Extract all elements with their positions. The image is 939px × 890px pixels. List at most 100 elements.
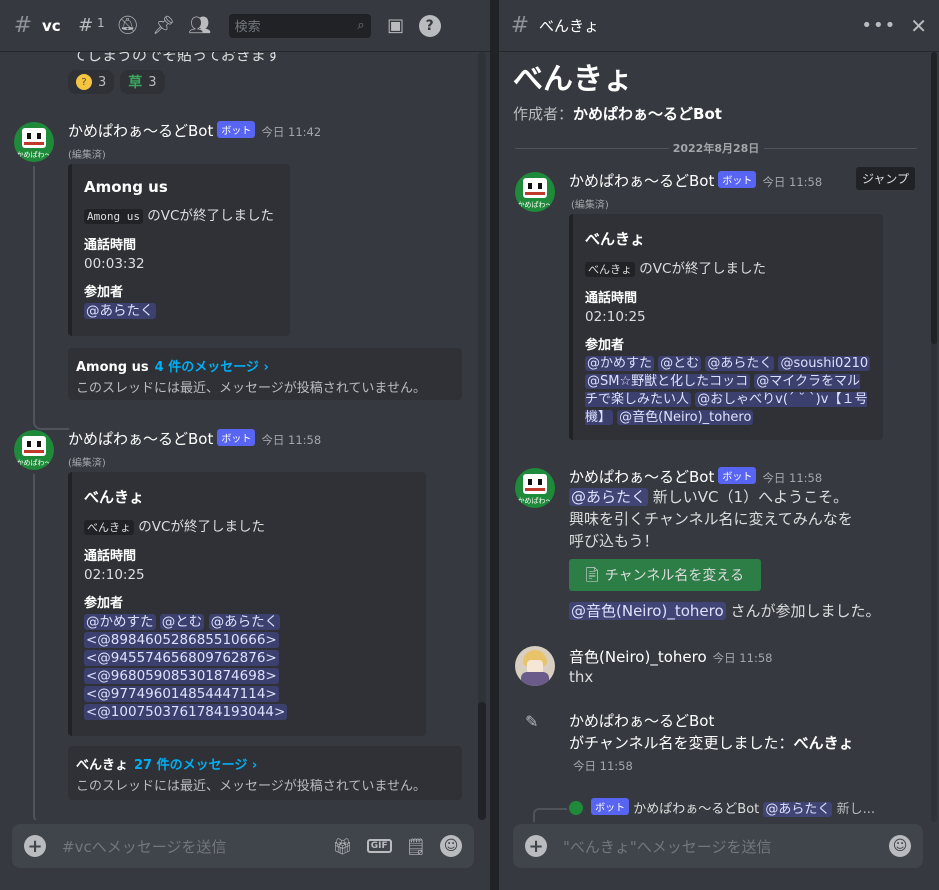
bot-badge: ボット bbox=[217, 121, 256, 138]
add-attachment-icon[interactable]: + bbox=[525, 835, 547, 857]
user-avatar[interactable] bbox=[515, 646, 555, 686]
user-mention[interactable]: @とむ bbox=[658, 356, 702, 371]
thread-big-title: べんきょ bbox=[513, 62, 633, 97]
user-mention[interactable]: <@898460528685510666> bbox=[84, 632, 279, 648]
field-name: 通話時間 bbox=[84, 549, 137, 564]
user-mention[interactable]: @音色(Neiro)_tohero bbox=[617, 410, 754, 425]
reply-preview[interactable]: ボット かめぱわぁ～るどBot @あらたく 新し... bbox=[569, 798, 875, 817]
gif-icon[interactable]: GIF bbox=[366, 839, 392, 853]
scrollbar[interactable] bbox=[478, 52, 486, 820]
thread-message-composer[interactable]: + "べんきょ"へメッセージを送信 ☺ bbox=[513, 824, 923, 868]
reaction-thinking[interactable]: ? 3 bbox=[68, 70, 115, 94]
user-mention[interactable]: @SM☆野獣と化したコッコ bbox=[585, 374, 751, 389]
bot-avatar[interactable]: かめぱわ〜 bbox=[515, 468, 555, 508]
members-icon[interactable]: 👥︎ bbox=[187, 14, 213, 38]
user-mention[interactable]: @音色(Neiro)_tohero bbox=[569, 602, 726, 620]
add-attachment-icon[interactable]: + bbox=[24, 835, 46, 857]
message-text: てしまうのでそ貼っておきます bbox=[72, 52, 281, 64]
search-placeholder: 検索 bbox=[234, 20, 261, 35]
user-mention[interactable]: @あらたく bbox=[705, 356, 775, 371]
vc-embed: べんきょ べんきょ のVCが終了しました 通話時間 02:10:25 参加者 @… bbox=[569, 214, 883, 440]
thread-name: べんきょ bbox=[76, 758, 129, 773]
bot-avatar[interactable]: かめぱわ〜 bbox=[14, 122, 54, 162]
user-mention[interactable]: @あらたく bbox=[569, 488, 649, 506]
thread-header: # べんきょ ••• ✕ bbox=[499, 0, 939, 52]
pane-divider[interactable] bbox=[490, 0, 499, 890]
scrollbar-thumb[interactable] bbox=[931, 52, 937, 344]
avatar-text: かめぱわ〜 bbox=[517, 497, 553, 505]
message-input-placeholder[interactable]: #vcへメッセージを送信 bbox=[62, 836, 318, 857]
username[interactable]: かめぱわぁ～るどBot bbox=[569, 172, 714, 190]
thread-preview[interactable]: べんきょ 27 件のメッセージ › このスレッドには最近、メッセージが投稿されてい… bbox=[68, 746, 462, 800]
emoji-icon[interactable]: ☺ bbox=[889, 835, 911, 857]
threads-icon[interactable]: #1 bbox=[73, 14, 105, 38]
user-mention[interactable]: @あらたく bbox=[208, 614, 281, 630]
search-input[interactable]: 検索 ⌕ bbox=[228, 13, 371, 38]
join-message: @音色(Neiro)_tohero さんが参加しました。 bbox=[569, 600, 880, 622]
embed-title: べんきょ bbox=[585, 230, 646, 248]
mute-bell-icon[interactable]: 🔕︎ bbox=[115, 14, 141, 38]
more-options-icon[interactable]: ••• bbox=[861, 15, 896, 36]
user-mention[interactable]: @あらたく bbox=[763, 802, 833, 817]
channel-name: vc bbox=[42, 16, 61, 35]
help-icon[interactable]: ? bbox=[418, 14, 441, 37]
username[interactable]: かめぱわぁ～るどBot bbox=[68, 122, 213, 140]
desc-text: のVCが終了しました bbox=[138, 519, 265, 535]
thread-connector bbox=[33, 166, 69, 430]
user-mention[interactable]: <@945574656809762876> bbox=[84, 650, 279, 666]
bot-avatar[interactable]: かめぱわ〜 bbox=[14, 430, 54, 470]
user-mention[interactable]: <@977496014854447114> bbox=[84, 686, 279, 702]
scrollbar-thumb[interactable] bbox=[478, 702, 486, 820]
creator-name[interactable]: かめぱわぁ～るどBot bbox=[573, 105, 722, 123]
username[interactable]: かめぱわぁ～るどBot bbox=[569, 468, 714, 486]
reaction-kusa[interactable]: 草 3 bbox=[120, 70, 165, 94]
embed-title: Among us bbox=[84, 178, 168, 196]
timestamp: 今日 11:58 bbox=[573, 759, 633, 773]
message-input-placeholder[interactable]: "べんきょ"へメッセージを送信 bbox=[563, 836, 875, 857]
user-mention[interactable]: @かめすた bbox=[84, 614, 156, 630]
user-mention[interactable]: <@1007503761784193044> bbox=[84, 704, 288, 720]
inbox-icon[interactable]: ▣ bbox=[383, 14, 409, 38]
close-icon[interactable]: ✕ bbox=[910, 14, 927, 38]
bot-badge: ボット bbox=[591, 798, 630, 815]
thread-preview[interactable]: Among us 4 件のメッセージ › このスレッドには最近、メッセージが投稿さ… bbox=[68, 348, 462, 400]
system-message-user[interactable]: かめぱわぁ～るどBot bbox=[569, 710, 714, 732]
timestamp: 今日 11:58 bbox=[261, 433, 322, 447]
user-mention[interactable]: @とむ bbox=[159, 614, 205, 630]
channel-header: # vc #1 🔕︎ 📌︎ 👥︎ 検索 ⌕ ▣ ? bbox=[0, 0, 490, 52]
user-mention[interactable]: @soushi0210 bbox=[778, 356, 871, 371]
date-label: 2022年8月28日 bbox=[668, 140, 764, 156]
field-name: 通話時間 bbox=[84, 238, 137, 253]
user-mention[interactable]: @かめすた bbox=[585, 356, 655, 371]
vc-embed: べんきょ べんきょ のVCが終了しました 通話時間 02:10:25 参加者 @… bbox=[68, 472, 426, 736]
reactions: ? 3 草 3 bbox=[68, 70, 165, 94]
sticker-icon[interactable]: 🗒︎ bbox=[406, 837, 426, 856]
pin-icon[interactable]: 📌︎ bbox=[151, 14, 177, 38]
reaction-count: 3 bbox=[148, 74, 157, 90]
field-value: 02:10:25 bbox=[585, 309, 646, 325]
username[interactable]: かめぱわぁ～るどBot bbox=[68, 430, 213, 448]
embed-description: べんきょ のVCが終了しました bbox=[84, 515, 414, 535]
username[interactable]: 音色(Neiro)_tohero bbox=[569, 648, 707, 666]
edited-label: (編集済) bbox=[68, 458, 106, 469]
user-mention[interactable]: @あらたく bbox=[84, 303, 156, 319]
reply-username: かめぱわぁ～るどBot bbox=[633, 802, 760, 817]
message-composer[interactable]: + #vcへメッセージを送信 🎁︎ GIF 🗒︎ ☺ bbox=[12, 824, 474, 868]
thread-message-count-link[interactable]: 27 件のメッセージ › bbox=[134, 758, 257, 773]
button-label: チャンネル名を変える bbox=[604, 568, 744, 584]
avatar-text: かめぱわ〜 bbox=[517, 201, 553, 209]
emoji-icon[interactable]: ☺ bbox=[440, 835, 462, 857]
user-mention[interactable]: <@968059085301874698> bbox=[84, 668, 279, 684]
rename-channel-button[interactable]: 📄︎ チャンネル名を変える bbox=[569, 559, 761, 591]
system-message-text: がチャンネル名を変更しました：べんきょ bbox=[569, 732, 854, 754]
gift-icon[interactable]: 🎁︎ bbox=[332, 837, 352, 856]
thread-message-count-link[interactable]: 4 件のメッセージ › bbox=[155, 360, 269, 375]
creator-label: 作成者： bbox=[513, 105, 574, 123]
search-icon: ⌕ bbox=[357, 18, 365, 33]
scrollbar[interactable] bbox=[931, 52, 937, 822]
jump-button[interactable]: ジャンプ bbox=[855, 167, 915, 190]
thread-name: Among us bbox=[76, 360, 149, 375]
bot-avatar[interactable]: かめぱわ〜 bbox=[515, 172, 555, 212]
date-divider: 2022年8月28日 bbox=[515, 140, 917, 156]
desc-text: のVCが終了しました bbox=[639, 261, 766, 277]
